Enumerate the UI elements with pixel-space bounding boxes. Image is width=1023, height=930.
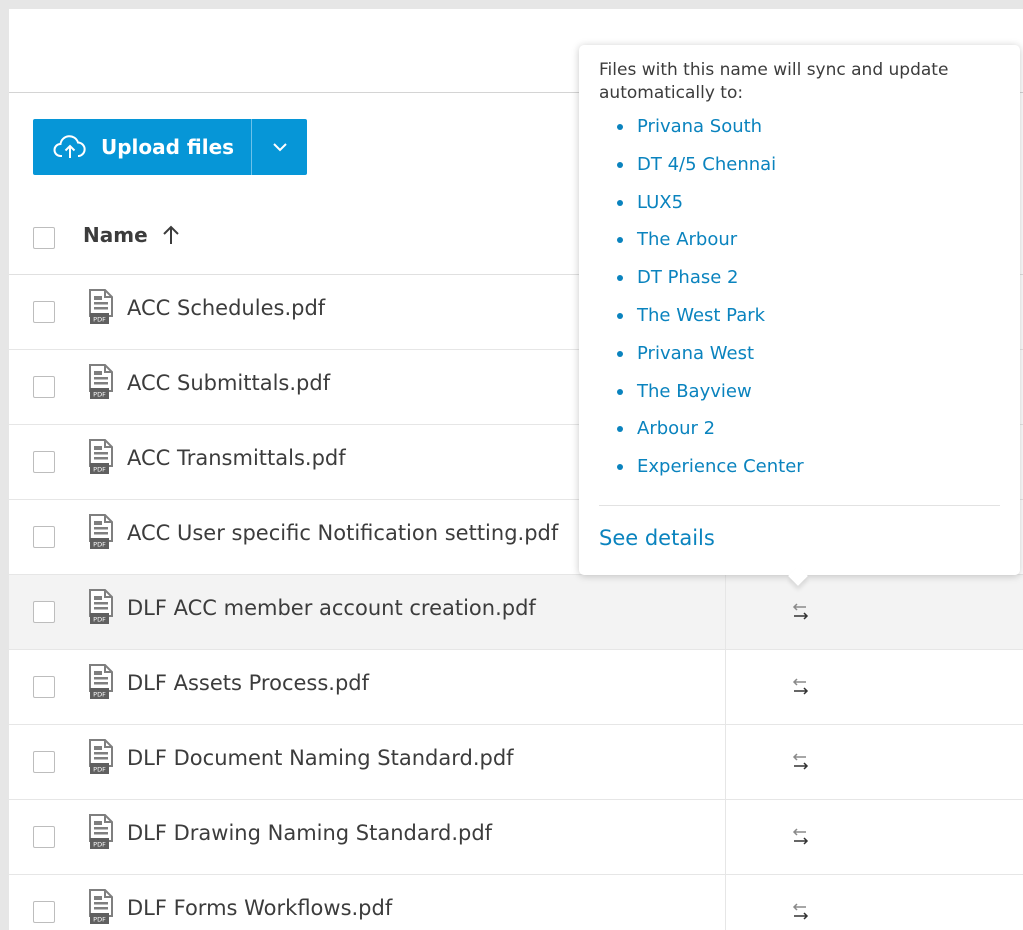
project-link[interactable]: The West Park	[637, 305, 765, 326]
table-row[interactable]: PDF DLF Assets Process.pdf	[9, 650, 1023, 725]
list-item: The Bayview	[599, 374, 1000, 412]
pdf-file-icon: PDF	[89, 289, 113, 324]
pdf-file-icon: PDF	[89, 514, 113, 549]
sort-ascending-icon	[162, 225, 179, 244]
column-separator	[725, 650, 726, 724]
list-item: Privana West	[599, 336, 1000, 374]
project-link[interactable]: Arbour 2	[637, 418, 715, 439]
project-link[interactable]: Privana West	[637, 343, 754, 364]
upload-options-dropdown[interactable]	[252, 119, 307, 175]
project-link[interactable]: LUX5	[637, 192, 683, 213]
table-row[interactable]: PDF DLF Document Naming Standard.pdf	[9, 725, 1023, 800]
svg-text:PDF: PDF	[93, 541, 106, 549]
row-checkbox[interactable]	[33, 826, 55, 848]
name-column-label: Name	[83, 223, 148, 247]
file-name[interactable]: ACC Submittals.pdf	[127, 371, 330, 395]
svg-text:PDF: PDF	[93, 766, 106, 774]
list-item: Experience Center	[599, 449, 1000, 487]
file-name[interactable]: DLF Drawing Naming Standard.pdf	[127, 821, 492, 845]
pdf-file-icon: PDF	[89, 664, 113, 699]
sync-arrows-icon[interactable]	[790, 678, 810, 696]
project-link[interactable]: DT 4/5 Chennai	[637, 154, 776, 175]
pdf-file-icon: PDF	[89, 739, 113, 774]
list-item: The Arbour	[599, 222, 1000, 260]
cloud-upload-icon	[53, 135, 86, 158]
popover-divider	[599, 505, 1000, 506]
file-name[interactable]: DLF Assets Process.pdf	[127, 671, 369, 695]
upload-files-label: Upload files	[101, 135, 235, 159]
table-row[interactable]: PDF DLF ACC member account creation.pdf	[9, 575, 1023, 650]
project-link[interactable]: The Arbour	[637, 229, 737, 250]
list-item: Arbour 2	[599, 411, 1000, 449]
synced-projects-list: Privana South DT 4/5 Chennai LUX5 The Ar…	[599, 109, 1000, 487]
sync-arrows-icon[interactable]	[790, 603, 810, 621]
row-checkbox[interactable]	[33, 301, 55, 323]
column-separator	[725, 575, 726, 649]
project-link[interactable]: DT Phase 2	[637, 267, 739, 288]
file-name[interactable]: ACC Transmittals.pdf	[127, 446, 346, 470]
chevron-down-icon	[272, 143, 287, 152]
row-checkbox[interactable]	[33, 601, 55, 623]
row-checkbox[interactable]	[33, 676, 55, 698]
sync-popover: Files with this name will sync and updat…	[579, 45, 1020, 586]
sync-arrows-icon[interactable]	[790, 828, 810, 846]
svg-text:PDF: PDF	[93, 391, 106, 399]
list-item: Privana South	[599, 109, 1000, 147]
svg-text:PDF: PDF	[93, 316, 106, 324]
svg-text:PDF: PDF	[93, 616, 106, 624]
file-name[interactable]: ACC User specific Notification setting.p…	[127, 521, 558, 545]
file-name[interactable]: DLF Document Naming Standard.pdf	[127, 746, 514, 770]
pdf-file-icon: PDF	[89, 889, 113, 924]
row-checkbox[interactable]	[33, 751, 55, 773]
table-row[interactable]: PDF DLF Forms Workflows.pdf	[9, 875, 1023, 930]
column-separator	[725, 800, 726, 874]
table-row[interactable]: PDF DLF Drawing Naming Standard.pdf	[9, 800, 1023, 875]
row-checkbox[interactable]	[33, 376, 55, 398]
svg-text:PDF: PDF	[93, 916, 106, 924]
pdf-file-icon: PDF	[89, 364, 113, 399]
file-name[interactable]: DLF Forms Workflows.pdf	[127, 896, 392, 920]
list-item: The West Park	[599, 298, 1000, 336]
row-checkbox[interactable]	[33, 451, 55, 473]
sync-arrows-icon[interactable]	[790, 753, 810, 771]
name-column-header[interactable]: Name	[83, 223, 180, 247]
project-link[interactable]: Privana South	[637, 116, 762, 137]
file-name[interactable]: DLF ACC member account creation.pdf	[127, 596, 536, 620]
upload-files-button[interactable]: Upload files	[33, 119, 251, 175]
svg-text:PDF: PDF	[93, 841, 106, 849]
project-link[interactable]: The Bayview	[637, 381, 752, 402]
svg-text:PDF: PDF	[93, 691, 106, 699]
list-item: LUX5	[599, 185, 1000, 223]
see-details-link[interactable]: See details	[599, 526, 715, 550]
project-link[interactable]: Experience Center	[637, 456, 804, 477]
select-all-checkbox[interactable]	[33, 227, 55, 249]
row-checkbox[interactable]	[33, 901, 55, 923]
svg-text:PDF: PDF	[93, 466, 106, 474]
list-item: DT 4/5 Chennai	[599, 147, 1000, 185]
column-separator	[725, 875, 726, 930]
column-separator	[725, 725, 726, 799]
row-checkbox[interactable]	[33, 526, 55, 548]
file-name[interactable]: ACC Schedules.pdf	[127, 296, 325, 320]
pdf-file-icon: PDF	[89, 589, 113, 624]
list-item: DT Phase 2	[599, 260, 1000, 298]
pdf-file-icon: PDF	[89, 439, 113, 474]
pdf-file-icon: PDF	[89, 814, 113, 849]
sync-arrows-icon[interactable]	[790, 903, 810, 921]
popover-intro-text: Files with this name will sync and updat…	[599, 60, 949, 103]
upload-split-button: Upload files	[33, 119, 307, 175]
